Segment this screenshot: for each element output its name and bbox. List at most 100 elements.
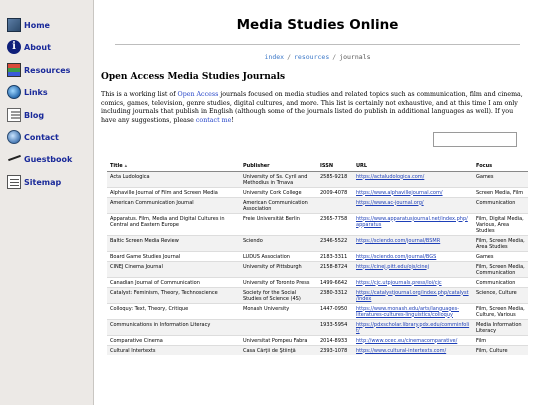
cell-focus: Film, Screen Media, Communication	[473, 261, 528, 278]
breadcrumb-index-link[interactable]: index	[265, 53, 285, 61]
journal-url-link[interactable]: https://cjc.utpjournals.press/loi/cjc	[356, 280, 442, 286]
sidebar-item-resources[interactable]: Resources	[7, 61, 70, 79]
table-row: Board Game Studies Journal LUDUS Associat…	[107, 251, 528, 262]
cell-url: https://www.ac-journal.org/	[353, 197, 473, 214]
sidebar-item-blog[interactable]: Blog	[7, 106, 44, 124]
page-heading: Open Access Media Studies Journals	[101, 72, 286, 82]
cell-url: https://sciendo.com/journal/BSMR	[353, 235, 473, 252]
cell-title: American Communication Journal	[107, 197, 240, 214]
search-input[interactable]	[433, 132, 517, 147]
cell-publisher: University of Ss. Cyril and Methodius in…	[240, 171, 317, 188]
cell-focus: Communication	[473, 277, 528, 288]
cell-issn: 2380-3312	[317, 287, 353, 304]
journal-url-link[interactable]: https://actaludologica.com/	[356, 174, 424, 180]
journals-table: Title ▴ Publisher ISSN URL Focus Acta Lud…	[107, 161, 528, 355]
journal-url-link[interactable]: https://pdxscholar.library.pdx.edu/commi…	[356, 322, 469, 334]
cell-issn: 2014-8933	[317, 335, 353, 346]
table-header-row: Title ▴ Publisher ISSN URL Focus	[107, 161, 528, 172]
cell-title: Alphaville Journal of Film and Screen Me…	[107, 187, 240, 198]
title-divider	[115, 44, 520, 45]
cell-title: Communications in Information Literacy	[107, 319, 240, 336]
cell-focus: Games	[473, 171, 528, 188]
journal-url-link[interactable]: https://sciendo.com/journal/BGS	[356, 254, 436, 260]
cell-title: Canadian Journal of Communication	[107, 277, 240, 288]
journal-url-link[interactable]: https://cinej.pitt.edu/ojs/cinej	[356, 264, 429, 270]
cell-issn: 2346-5522	[317, 235, 353, 252]
open-access-link[interactable]: Open Access	[178, 91, 219, 98]
column-header-issn[interactable]: ISSN	[317, 161, 353, 172]
table-row: Alphaville Journal of Film and Screen Me…	[107, 187, 528, 198]
cell-url: http://www.ocec.eu/cinemacomparative/	[353, 335, 473, 346]
breadcrumb: index / resources / journals	[95, 53, 540, 61]
cell-title: Apparatus. Film, Media and Digital Cultu…	[107, 213, 240, 236]
cell-url: https://actaludologica.com/	[353, 171, 473, 188]
journal-url-link[interactable]: https://www.apparatusjournal.net/index.p…	[356, 216, 468, 228]
journal-url-link[interactable]: https://sciendo.com/journal/BSMR	[356, 238, 440, 244]
table-row: Catalyst: Feminism, Theory, Technoscienc…	[107, 287, 528, 304]
table-row: Colloquy: Text, Theory, Critique Monash U…	[107, 303, 528, 320]
globe-icon	[7, 85, 21, 99]
table-row: Canadian Journal of Communication Univers…	[107, 277, 528, 288]
journal-url-link[interactable]: https://www.monash.edu/arts/languages-li…	[356, 306, 459, 318]
sidebar-item-contact[interactable]: Contact	[7, 128, 59, 146]
intro-text: !	[231, 116, 234, 124]
cell-url: https://cjc.utpjournals.press/loi/cjc	[353, 277, 473, 288]
sidebar-item-links[interactable]: Links	[7, 83, 48, 101]
cell-publisher: Monash University	[240, 303, 317, 320]
cell-issn: 2365-7758	[317, 213, 353, 236]
journal-url-link[interactable]: http://www.ocec.eu/cinemacomparative/	[356, 338, 457, 344]
sidebar-item-label: Blog	[24, 110, 45, 120]
cell-focus: Games	[473, 251, 528, 262]
contact-me-link[interactable]: contact me	[196, 117, 231, 124]
table-row: Cultural Intertexts Casa Cărţii de Ştiinţ…	[107, 345, 528, 355]
cell-issn: 2183-3311	[317, 251, 353, 262]
journal-url-link[interactable]: https://www.ac-journal.org/	[356, 200, 424, 206]
sidebar-item-guestbook[interactable]: Guestbook	[7, 150, 72, 168]
cell-publisher: American Communication Association	[240, 197, 317, 214]
cell-url: https://www.cultural-intertexts.com/	[353, 345, 473, 355]
cell-title: Board Game Studies Journal	[107, 251, 240, 262]
table-row: Communications in Information Literacy 19…	[107, 319, 528, 336]
info-icon: i	[7, 40, 21, 54]
cell-issn: 2009-4078	[317, 187, 353, 198]
breadcrumb-separator: /	[332, 53, 337, 61]
column-header-title[interactable]: Title ▴	[107, 161, 240, 172]
header-label: Title	[110, 163, 123, 169]
column-header-publisher[interactable]: Publisher	[240, 161, 317, 172]
table-row: CINEJ Cinema Journal University of Pittsb…	[107, 261, 528, 278]
cell-title: Comparative Cinema	[107, 335, 240, 346]
cell-publisher: University Cork College	[240, 187, 317, 198]
resources-icon	[7, 63, 21, 77]
column-header-focus[interactable]: Focus	[473, 161, 528, 172]
sidebar-item-home[interactable]: Home	[7, 16, 50, 34]
sidebar-item-label: Resources	[24, 65, 71, 75]
intro-text: This is a working list of	[101, 91, 178, 98]
journal-url-link[interactable]: https://www.alphavillejournal.com/	[356, 190, 443, 196]
cell-title: Acta Ludologica	[107, 171, 240, 188]
breadcrumb-separator: /	[287, 53, 292, 61]
table-row: Baltic Screen Media Review Sciendo 2346-55…	[107, 235, 528, 252]
table-row: American Communication Journal American C…	[107, 197, 528, 214]
cell-publisher	[240, 319, 317, 336]
breadcrumb-resources-link[interactable]: resources	[294, 53, 329, 61]
sidebar-item-sitemap[interactable]: Sitemap	[7, 173, 61, 191]
sidebar-item-about[interactable]: i About	[7, 38, 51, 56]
cell-publisher: University of Pittsburgh	[240, 261, 317, 278]
cell-issn: 2393-1078	[317, 345, 353, 355]
journal-url-link[interactable]: https://catalystjournal.org/index.php/ca…	[356, 290, 469, 302]
cell-title: Cultural Intertexts	[107, 345, 240, 355]
cell-focus: Film	[473, 335, 528, 346]
breadcrumb-current: journals	[339, 53, 371, 61]
sidebar-item-label: Sitemap	[24, 177, 62, 187]
pen-icon	[7, 152, 21, 166]
cell-url: https://pdxscholar.library.pdx.edu/commi…	[353, 319, 473, 336]
journal-url-link[interactable]: https://www.cultural-intertexts.com/	[356, 348, 446, 354]
column-header-url[interactable]: URL	[353, 161, 473, 172]
table-row: Comparative Cinema Universitat Pompeu Fab…	[107, 335, 528, 346]
cell-issn: 2158-8724	[317, 261, 353, 278]
cell-publisher: University of Toronto Press	[240, 277, 317, 288]
cell-publisher: Sciendo	[240, 235, 317, 252]
contact-icon	[7, 130, 21, 144]
sidebar-item-label: Home	[24, 20, 50, 30]
cell-publisher: Universitat Pompeu Fabra	[240, 335, 317, 346]
